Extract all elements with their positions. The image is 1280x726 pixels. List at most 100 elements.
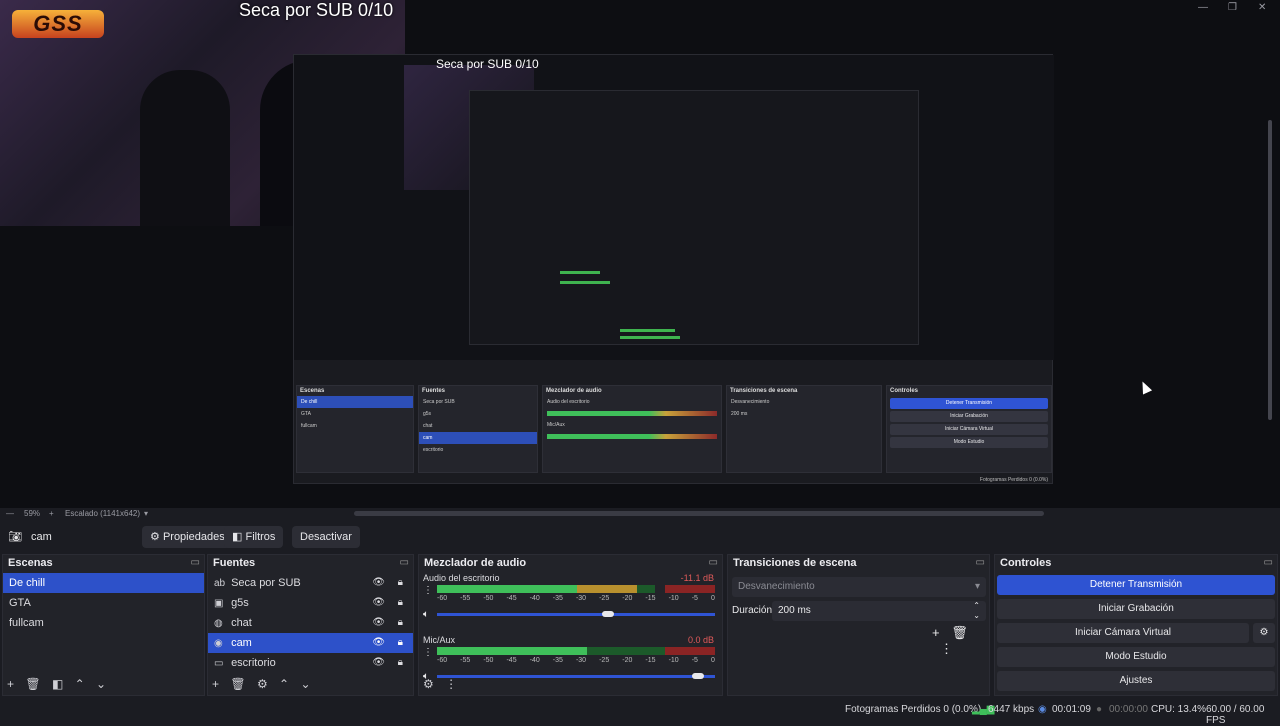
properties-button[interactable]: ⚙ Propiedades [142,526,233,548]
browser-icon: ◍ [214,618,223,629]
preview-canvas[interactable]: GSS Seca por SUB 0/10 Seca por SUB 0/10 … [0,0,1280,508]
lock-icon[interactable]: 🔒︎ [398,613,403,633]
audio-mixer-dock: Mezclador de audio ▭ Audio del escritori… [418,554,723,696]
duration-input[interactable]: 200 ms ⌃ ⌄ [772,601,986,621]
up-icon[interactable]: ⌃ [75,677,85,691]
transitions-dock: Transiciones de escena ▭ Desvanecimiento… [727,554,990,696]
eye-icon[interactable]: 👁︎ [372,573,385,593]
bitrate: 6447 kbps [988,704,1035,715]
source-item[interactable]: ab Seca por SUB 👁︎ 🔒︎ [208,573,413,593]
zoom-in-icon[interactable]: + [49,509,54,518]
nested-scenes-header: Escenas [300,388,325,394]
source-item[interactable]: ▣ g5s 👁︎ 🔒︎ [208,593,413,613]
virtual-camera-button[interactable]: Iniciar Cámara Virtual [997,623,1249,643]
nested-start-rec: Iniciar Grabación [890,411,1048,422]
nested-transition-select: Desvanecimiento [731,399,770,405]
source-item[interactable]: ◉ cam 👁︎ 🔒︎ [208,633,413,653]
trash-icon[interactable]: 🗑︎ [230,677,245,691]
nested-sources: Fuentes Seca por SUB g5s chat cam escrit… [418,385,538,473]
transition-select[interactable]: Desvanecimiento ▾ [732,577,986,597]
trash-icon[interactable]: 🗑︎ [25,677,40,691]
gss-logo: GSS [12,10,104,38]
fps: 60.00 / 60.00 FPS [1206,704,1265,726]
horizontal-scrollbar[interactable] [354,511,1044,516]
source-item[interactable]: ▭ escritorio 👁︎ 🔒︎ [208,653,413,673]
close-icon[interactable]: ✕ [1258,2,1266,13]
scale-mode-label: Escalado (1141x642) [65,509,141,518]
eye-icon[interactable]: 👁︎ [372,593,385,613]
down-icon[interactable]: ⌄ [96,677,106,691]
controls-header: Controles ▭ [995,555,1277,571]
spinner-icon[interactable]: ⌃ ⌄ [973,601,980,621]
preview-scrollbar[interactable] [1268,120,1272,420]
monitor-icon: ▭ [214,658,224,669]
kebab-icon[interactable]: ⋮ [940,641,953,656]
gear-icon[interactable]: ⚙ [257,677,268,691]
text-icon: ab [214,578,226,589]
camera-icon: ◉ [214,638,223,649]
volume-knob[interactable] [692,673,705,679]
nested-mixer-channel: Mic/Aux [547,422,565,428]
advanced-audio-icon[interactable]: ⚙ [423,677,434,691]
scene-item[interactable]: De chill [3,573,204,593]
nested-controls: Controles Detener Transmisión Iniciar Gr… [886,385,1052,473]
filters-button[interactable]: ◧ Filtros [224,526,284,548]
scale-dropdown-icon[interactable]: ▾ [144,509,148,518]
virtual-camera-settings[interactable]: ⚙ [1253,623,1275,643]
stop-stream-button[interactable]: Detener Transmisión [997,575,1275,595]
cpu-usage: CPU: 13.4% [1151,704,1207,715]
trash-icon[interactable]: 🗑︎ [951,625,968,640]
source-item[interactable]: ◍ chat 👁︎ 🔒︎ [208,613,413,633]
kebab-icon[interactable]: ⋮ [423,585,433,596]
dock-menu-icon[interactable]: ▭ [976,555,985,571]
lock-icon[interactable]: 🔒︎ [398,573,403,593]
volume-knob[interactable] [601,611,614,617]
add-icon[interactable]: + [212,677,219,691]
sources-title: Fuentes [213,557,256,569]
down-icon[interactable]: ⌄ [300,677,310,691]
zoom-bar: — 59% + Escalado (1141x642) ▾ [0,508,1280,520]
kebab-icon[interactable]: ⋮ [423,647,433,658]
lock-icon[interactable]: 🔒︎ [398,653,403,673]
scene-item[interactable]: fullcam [3,613,204,633]
properties-label: Propiedades [162,531,225,543]
eye-icon[interactable]: 👁︎ [372,613,385,633]
lock-icon[interactable]: 🔒︎ [398,633,403,653]
dock-menu-icon[interactable]: ▭ [709,555,718,571]
dock-menu-icon[interactable]: ▭ [400,555,409,571]
volume-slider[interactable] [437,611,715,617]
nested-transitions-header: Transiciones de escena [730,388,798,394]
mixer-header: Mezclador de audio ▭ [419,555,722,571]
nested-scenes: Escenas De chill GTA fullcam [296,385,414,473]
lock-icon[interactable]: 🔒︎ [398,593,403,613]
dropped-frames: Fotogramas Perdidos 0 (0.0%) [845,704,982,715]
scenes-footer: + 🗑︎ ◧ ⌃ ⌄ [7,677,114,691]
start-recording-button[interactable]: Iniciar Grabación [997,599,1275,619]
transitions-header: Transiciones de escena ▭ [728,555,989,571]
volume-slider[interactable] [437,673,715,679]
scene-item[interactable]: GTA [3,593,204,613]
dock-menu-icon[interactable]: ▭ [191,555,200,571]
deactivate-button[interactable]: Desactivar [292,526,360,548]
nested-meter [620,336,680,339]
record-time: 00:00:00 [1109,704,1148,715]
eye-icon[interactable]: 👁︎ [372,653,385,673]
speaker-icon[interactable]: 🔈︎ [423,609,429,620]
filter-icon[interactable]: ◧ [52,677,63,691]
restore-icon[interactable]: ❐ [1228,2,1237,13]
nested-duration: 200 ms [731,411,748,417]
add-icon[interactable]: + [7,677,14,691]
source-label: cam [231,637,252,649]
add-icon[interactable]: + [932,625,940,640]
source-label: g5s [231,597,249,609]
eye-icon[interactable]: 👁︎ [372,633,385,653]
settings-button[interactable]: Ajustes [997,671,1275,691]
studio-mode-button[interactable]: Modo Estudio [997,647,1275,667]
nested-status: Fotogramas Perdidos 0 (0.0%) [979,477,1048,483]
kebab-icon[interactable]: ⋮ [445,677,457,691]
minimize-icon[interactable]: — [1198,2,1208,13]
dock-menu-icon[interactable]: ▭ [1264,555,1273,571]
zoom-out-icon[interactable]: — [6,509,14,518]
up-icon[interactable]: ⌃ [279,677,289,691]
broadcast-icon: ◉ [1038,704,1047,715]
